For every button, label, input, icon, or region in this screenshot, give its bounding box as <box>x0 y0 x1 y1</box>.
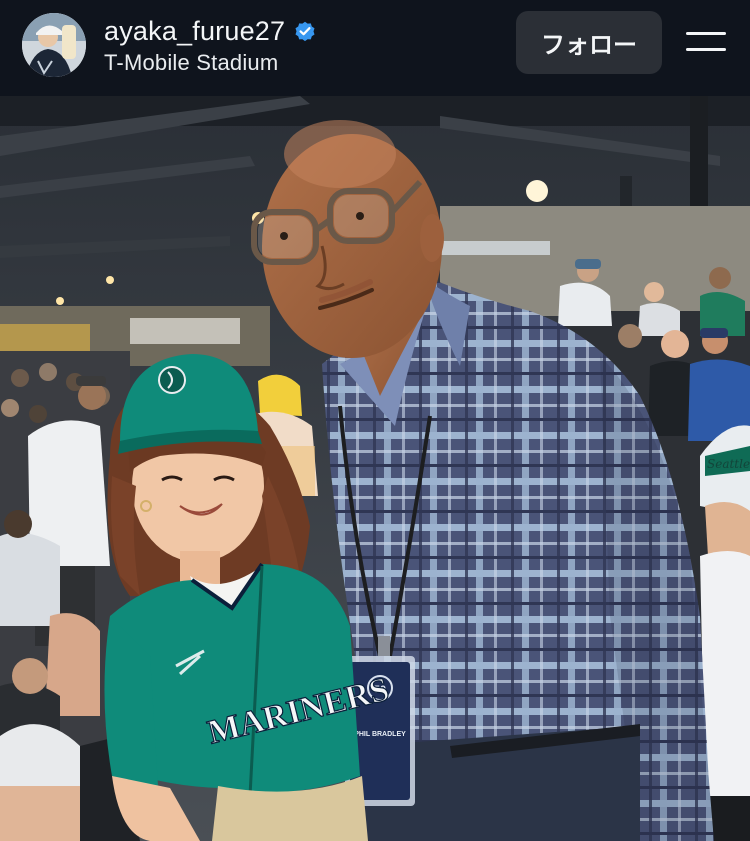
post-header: ayaka_furue27 T-Mobile Stadium フォロー <box>0 0 750 96</box>
verified-badge-icon <box>295 21 315 42</box>
cap-lettering: Seattle <box>707 457 750 471</box>
username-row: ayaka_furue27 <box>104 14 317 48</box>
credential-name: PHIL BRADLEY <box>354 731 406 738</box>
post-photo[interactable]: Seattle 50 PHIL BRADLEY MARINERS <box>0 96 750 841</box>
follow-button[interactable]: フォロー <box>516 11 662 74</box>
location-link[interactable]: T-Mobile Stadium <box>104 50 278 76</box>
stadium-photo: Seattle 50 PHIL BRADLEY MARINERS <box>0 96 750 841</box>
stadium-light <box>526 180 548 202</box>
avatar[interactable] <box>22 13 86 77</box>
hamburger-menu-icon[interactable] <box>684 28 728 56</box>
username[interactable]: ayaka_furue27 <box>104 16 285 47</box>
avatar-image <box>22 13 86 77</box>
